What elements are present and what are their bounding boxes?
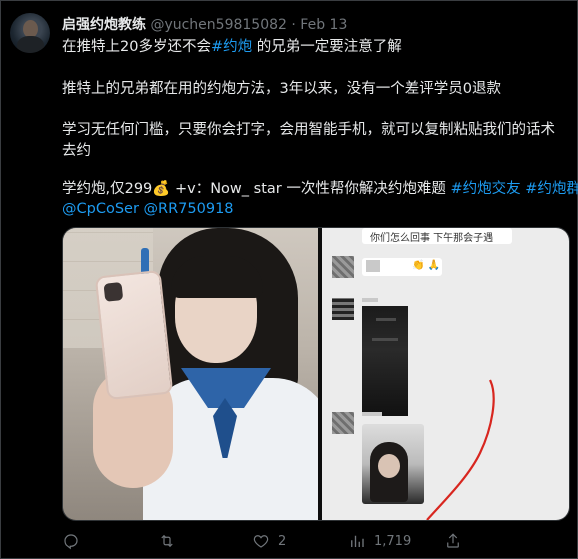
hashtag-link[interactable]: #约炮群 [525,181,578,197]
media-grid: 你们怎么回事 下午那会子遇 👏 🙏 [62,227,570,521]
retweet-icon [161,534,173,548]
views-icon [351,535,364,547]
like-count: 2 [278,533,287,549]
mention-link[interactable]: @CpCoSer [62,201,139,217]
red-scribble [426,379,495,520]
retweet-button[interactable] [158,528,184,554]
tweet-text-line-2: 推特上的兄弟都在用的约炮方法，3年以来，没有一个差评学员0退款 [62,81,501,97]
text-segment: 在推特上20多岁还不会 [62,39,211,55]
share-button[interactable] [444,528,462,554]
avatar[interactable] [10,13,50,53]
text-segment: 学约炮,仅299 [62,181,153,197]
separator-dot: · [291,17,296,33]
tweet-header: 启强约炮教练 @yuchen59815082 · Feb 13 [62,14,347,34]
views-button[interactable]: 1,719 [348,528,411,554]
hashtag-link[interactable]: #约炮 [211,39,252,55]
media-photo-1[interactable] [63,228,318,520]
tweet-text-line-3a: 学习无任何门槛，只要你会打字，会用智能手机，就可以复制粘贴我们的话术 [62,122,555,138]
text-segment: +v：Now_ star 一次性帮你解决约炮难题 [170,181,451,197]
text-segment: 的兄弟一定要注意了解 [252,39,402,55]
tweet-text-line-4: 学约炮,仅299💰 +v：Now_ star 一次性帮你解决约炮难题 #约炮交友… [62,179,578,200]
money-bag-emoji: 💰 [152,181,171,197]
tweet-text-line-3b: 去约 [62,143,91,159]
tweet-card[interactable]: 启强约炮教练 @yuchen59815082 · Feb 13 在推特上20多岁… [0,0,578,559]
reply-icon [64,534,78,550]
like-button[interactable]: 2 [252,528,286,554]
reply-button[interactable] [62,528,88,554]
hashtag-link[interactable]: #约炮交友 [450,181,520,197]
tweet-text-line-5: @CpCoSer @RR750918 [62,199,567,220]
share-icon [447,533,459,548]
tweet-date[interactable]: Feb 13 [300,17,347,33]
views-count: 1,719 [374,533,412,549]
tweet-text-line-1: 在推特上20多岁还不会#约炮 的兄弟一定要注意了解 [62,37,567,58]
like-icon [253,535,269,548]
tweet-actions: 2 1,719 [62,528,567,554]
mention-link[interactable]: @RR750918 [144,201,234,217]
author-name[interactable]: 启强约炮教练 [62,17,146,33]
author-handle[interactable]: @yuchen59815082 [150,17,286,33]
media-photo-2[interactable]: 你们怎么回事 下午那会子遇 👏 🙏 [322,228,569,520]
